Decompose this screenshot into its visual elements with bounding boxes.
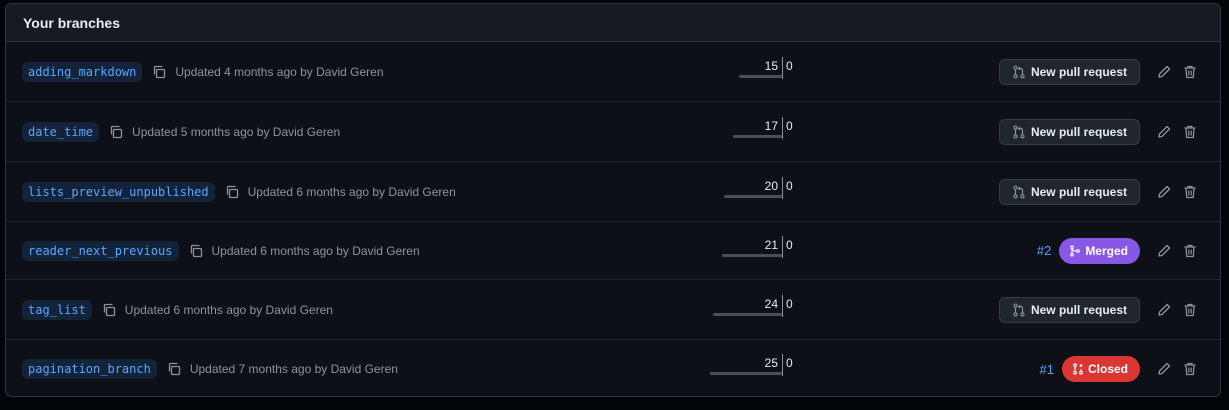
merged-label: Merged (1085, 243, 1128, 258)
ahead-count: 0 (786, 237, 793, 252)
pencil-icon[interactable] (1156, 302, 1172, 318)
new-pull-request-label: New pull request (1030, 184, 1127, 199)
pr-number-link[interactable]: #2 (1037, 243, 1051, 258)
branch-row: date_time Updated 5 months ago by David … (6, 102, 1220, 162)
pencil-icon[interactable] (1156, 361, 1172, 377)
git-pull-request-icon (1012, 124, 1026, 139)
behind-count: 15 (764, 58, 778, 73)
branch-name-link[interactable]: tag_list (22, 299, 92, 320)
behind-bar (710, 372, 782, 375)
branch-name-link[interactable]: lists_preview_unpublished (22, 181, 215, 202)
pr-number-link[interactable]: #1 (1040, 362, 1054, 377)
updated-text: Updated 6 months ago by David Geren (247, 184, 456, 199)
branch-row: lists_preview_unpublished Updated 6 mont… (6, 162, 1220, 222)
copy-icon[interactable] (166, 361, 182, 377)
copy-icon[interactable] (224, 184, 240, 200)
behind-count: 24 (764, 296, 778, 311)
trash-icon[interactable] (1182, 184, 1198, 200)
copy-icon[interactable] (188, 243, 204, 259)
behind-bar (722, 253, 782, 257)
copy-icon[interactable] (151, 64, 167, 80)
ahead-behind-indicator: 21 0 (706, 235, 806, 266)
ahead-count: 0 (786, 118, 793, 133)
pr-status-group: #2 Merged (1037, 237, 1140, 264)
ahead-behind-indicator: 24 0 (706, 294, 806, 325)
ahead-count: 0 (786, 58, 793, 73)
updated-text: Updated 6 months ago by David Geren (211, 243, 420, 258)
ahead-count: 0 (786, 178, 793, 193)
behind-bar (739, 74, 782, 78)
pencil-icon[interactable] (1156, 184, 1172, 200)
new-pull-request-button[interactable]: New pull request (998, 118, 1140, 145)
branch-name-link[interactable]: pagination_branch (22, 359, 157, 379)
git-pull-request-icon (1012, 302, 1026, 317)
trash-icon[interactable] (1182, 243, 1198, 259)
branch-row: pagination_branch Updated 7 months ago b… (6, 340, 1220, 396)
ahead-behind-divider (782, 354, 783, 376)
branch-row: tag_list Updated 6 months ago by David G… (6, 280, 1220, 340)
trash-icon[interactable] (1182, 361, 1198, 377)
behind-bar (713, 312, 782, 316)
branch-name-link[interactable]: adding_markdown (22, 61, 143, 82)
closed-badge[interactable]: Closed (1061, 356, 1140, 382)
updated-text: Updated 4 months ago by David Geren (175, 64, 384, 79)
ahead-behind-divider (782, 235, 783, 258)
behind-count: 25 (764, 356, 778, 370)
behind-bar (733, 134, 782, 138)
copy-icon[interactable] (101, 302, 117, 318)
updated-text: Updated 5 months ago by David Geren (132, 124, 341, 139)
ahead-count: 0 (786, 356, 793, 370)
pencil-icon[interactable] (1156, 64, 1172, 80)
ahead-behind-indicator: 20 0 (706, 176, 806, 207)
new-pull-request-label: New pull request (1030, 64, 1127, 79)
ahead-count: 0 (786, 296, 793, 311)
copy-icon[interactable] (108, 124, 124, 140)
closed-label: Closed (1087, 362, 1128, 376)
behind-bar (724, 194, 782, 198)
git-pull-request-icon (1012, 64, 1026, 79)
updated-text: Updated 6 months ago by David Geren (124, 302, 333, 317)
ahead-behind-indicator: 17 0 (706, 116, 806, 147)
updated-text: Updated 7 months ago by David Geren (189, 362, 398, 376)
ahead-behind-divider (782, 176, 783, 199)
new-pull-request-button[interactable]: New pull request (998, 296, 1140, 323)
trash-icon[interactable] (1182, 64, 1198, 80)
ahead-behind-indicator: 15 0 (706, 56, 806, 87)
new-pull-request-label: New pull request (1030, 124, 1127, 139)
branches-panel: Your branches adding_markdown Updated 4 … (5, 3, 1221, 397)
trash-icon[interactable] (1182, 302, 1198, 318)
new-pull-request-button[interactable]: New pull request (998, 58, 1140, 85)
pencil-icon[interactable] (1156, 124, 1172, 140)
panel-title: Your branches (6, 4, 1220, 42)
branch-row: reader_next_previous Updated 6 months ag… (6, 222, 1220, 280)
new-pull-request-label: New pull request (1030, 302, 1127, 317)
pencil-icon[interactable] (1156, 243, 1172, 259)
trash-icon[interactable] (1182, 124, 1198, 140)
ahead-behind-divider (782, 56, 783, 79)
branch-name-link[interactable]: date_time (22, 121, 100, 142)
git-pull-request-icon (1012, 184, 1026, 199)
branch-name-link[interactable]: reader_next_previous (22, 240, 179, 261)
pr-status-group: #1 Closed (1040, 356, 1140, 382)
branch-row: adding_markdown Updated 4 months ago by … (6, 42, 1220, 102)
git-pull-request-closed-icon (1072, 363, 1084, 375)
behind-count: 21 (764, 237, 778, 252)
merged-badge[interactable]: Merged (1059, 237, 1140, 264)
behind-count: 20 (764, 178, 778, 193)
ahead-behind-divider (782, 294, 783, 317)
new-pull-request-button[interactable]: New pull request (998, 178, 1140, 205)
ahead-behind-divider (782, 116, 783, 139)
behind-count: 17 (764, 118, 778, 133)
git-merge-icon (1069, 244, 1081, 257)
ahead-behind-indicator: 25 0 (706, 354, 806, 384)
